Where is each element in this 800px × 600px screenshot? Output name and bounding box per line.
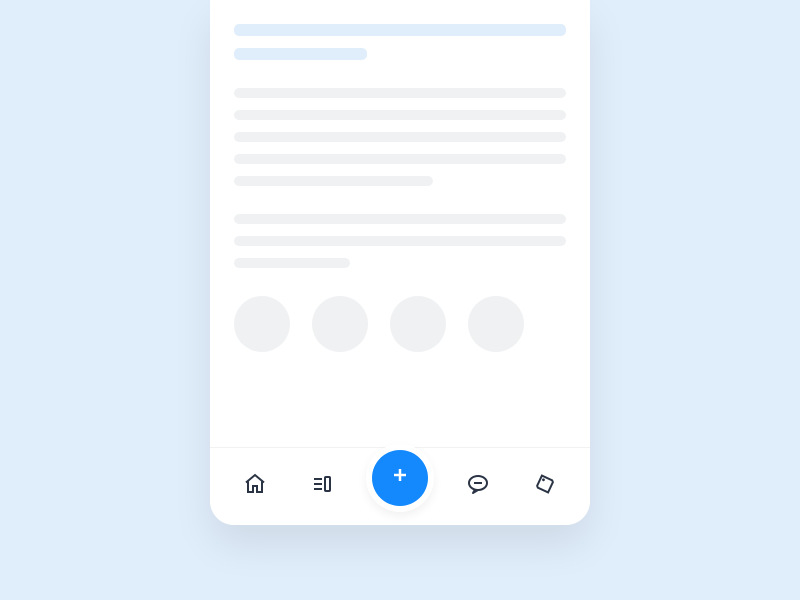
tag-icon [533,472,557,501]
skeleton-avatar-row [234,296,566,380]
skeleton-line [234,24,566,36]
skeleton-paragraph [234,214,566,268]
skeleton-avatar [234,296,290,352]
content-scroll[interactable] [210,0,590,380]
nav-home[interactable] [232,464,278,510]
skeleton-line [234,132,566,142]
nav-comments[interactable] [455,464,501,510]
chat-icon [466,472,490,501]
bottom-nav [210,447,590,525]
skeleton-line [234,176,433,186]
skeleton-avatar [468,296,524,352]
plus-icon [388,463,412,492]
skeleton-line [234,110,566,120]
skeleton-line [234,154,566,164]
skeleton-avatar [390,296,446,352]
skeleton-line [234,88,566,98]
skeleton-title-block [234,24,566,60]
list-icon [310,472,334,501]
nav-tags[interactable] [522,464,568,510]
skeleton-line [234,214,566,224]
skeleton-line [234,258,350,268]
skeleton-line [234,48,367,60]
add-button[interactable] [372,450,428,506]
skeleton-line [234,236,566,246]
skeleton-paragraph [234,88,566,186]
nav-list[interactable] [299,464,345,510]
mobile-frame [210,0,590,525]
skeleton-avatar [312,296,368,352]
fab-container [366,444,434,512]
home-icon [243,472,267,501]
